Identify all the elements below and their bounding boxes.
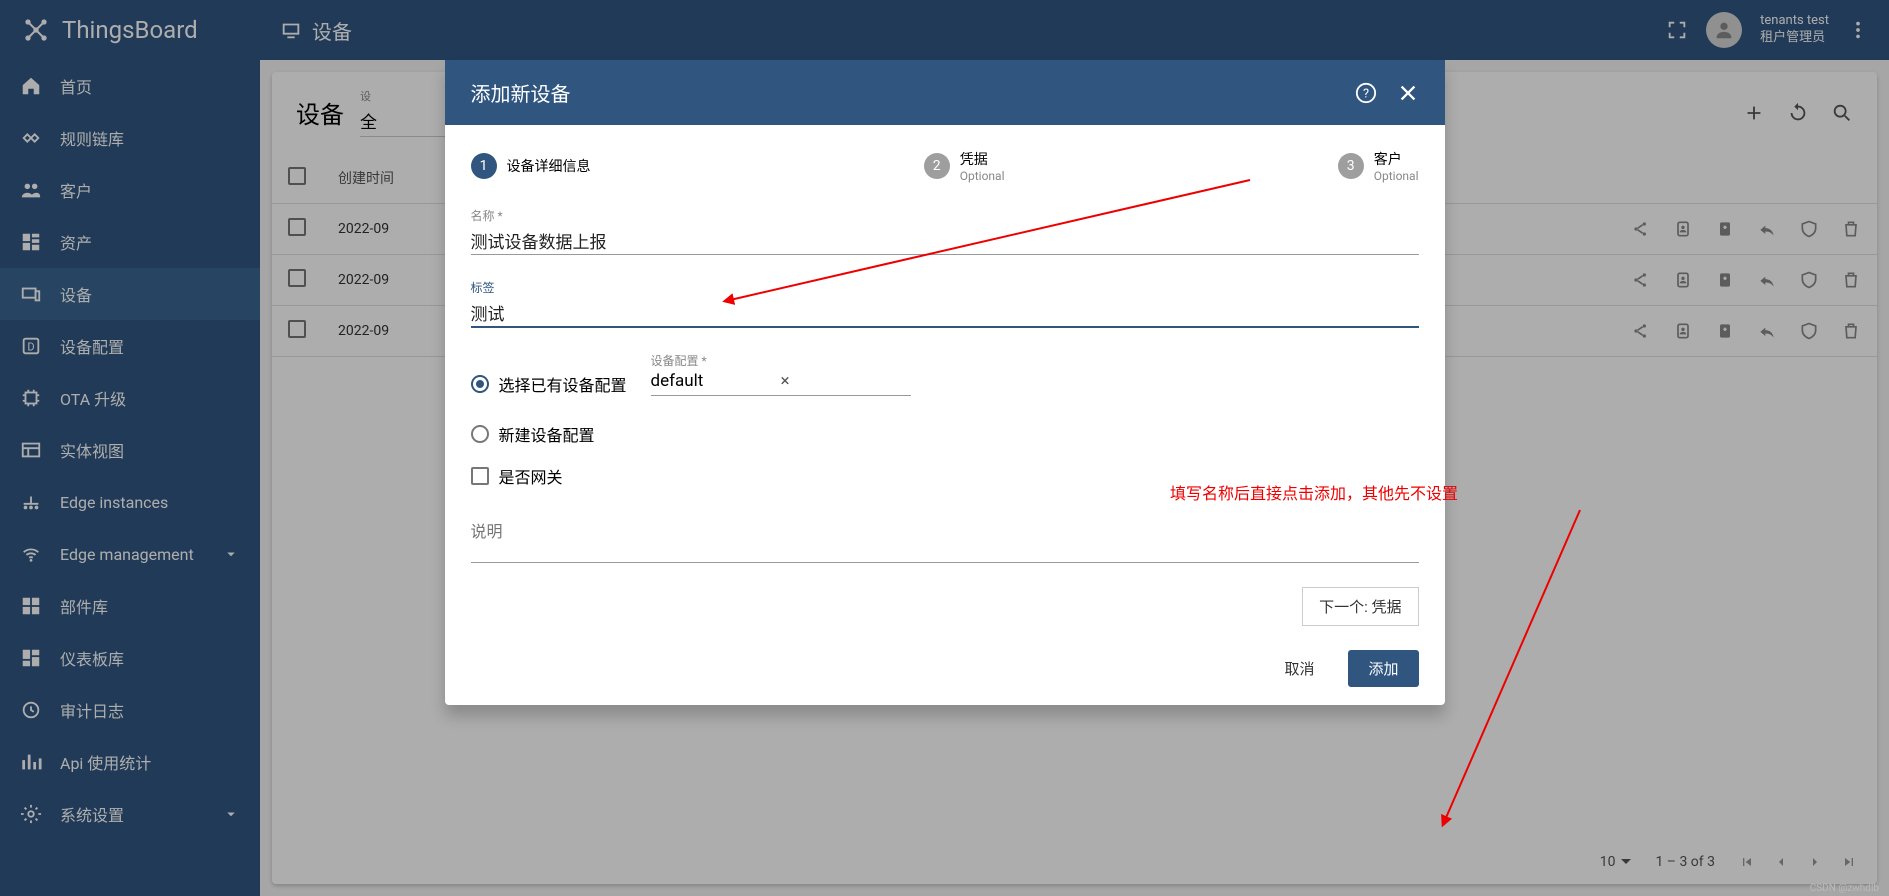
new-profile-label: 新建设备配置 (499, 422, 595, 446)
next-button[interactable]: 下一个: 凭据 (1302, 587, 1418, 626)
step-label: 设备详细信息 (507, 156, 591, 176)
help-icon[interactable]: ? (1355, 82, 1377, 104)
stepper: 1设备详细信息2凭据Optional3客户Optional (471, 149, 1419, 183)
name-field: 名称 * (471, 207, 1419, 255)
add-device-modal: 添加新设备 ? 1设备详细信息2凭据Optional3客户Optional 名称… (445, 60, 1445, 705)
existing-profile-radio[interactable] (471, 375, 489, 393)
new-profile-radio[interactable] (471, 425, 489, 443)
label-label: 标签 (471, 279, 1419, 296)
step-2[interactable]: 2 凭据Optional (924, 149, 1005, 183)
close-icon[interactable] (1397, 82, 1419, 104)
step-circle: 2 (924, 153, 950, 179)
label-input[interactable] (471, 298, 1419, 328)
step-circle: 1 (471, 153, 497, 179)
profile-select[interactable]: default × (651, 371, 911, 396)
clear-profile-icon[interactable]: × (781, 371, 911, 391)
watermark: CSDN @zwhdlb (1810, 883, 1879, 894)
add-button[interactable]: 添加 (1348, 650, 1418, 687)
step-circle: 3 (1338, 153, 1364, 179)
modal-title: 添加新设备 (471, 78, 571, 107)
step-sublabel: Optional (1374, 169, 1419, 183)
profile-label: 设备配置 * (651, 352, 911, 369)
step-3[interactable]: 3 客户Optional (1338, 149, 1419, 183)
modal-overlay: 添加新设备 ? 1设备详细信息2凭据Optional3客户Optional 名称… (0, 0, 1889, 896)
step-label: 凭据 (960, 149, 1005, 169)
gateway-label: 是否网关 (499, 464, 563, 488)
step-1[interactable]: 1 设备详细信息 (471, 149, 591, 183)
name-label: 名称 * (471, 207, 1419, 224)
svg-text:?: ? (1362, 86, 1368, 101)
name-input[interactable] (471, 226, 1419, 255)
annotation-arrow-2 (1430, 500, 1590, 830)
cancel-button[interactable]: 取消 (1264, 650, 1334, 687)
description-input[interactable] (471, 512, 1419, 563)
profile-value: default (651, 371, 781, 391)
existing-profile-label: 选择已有设备配置 (499, 372, 627, 396)
step-label: 客户 (1374, 149, 1419, 169)
gateway-checkbox[interactable] (471, 467, 489, 485)
label-field: 标签 (471, 279, 1419, 328)
step-sublabel: Optional (960, 169, 1005, 183)
